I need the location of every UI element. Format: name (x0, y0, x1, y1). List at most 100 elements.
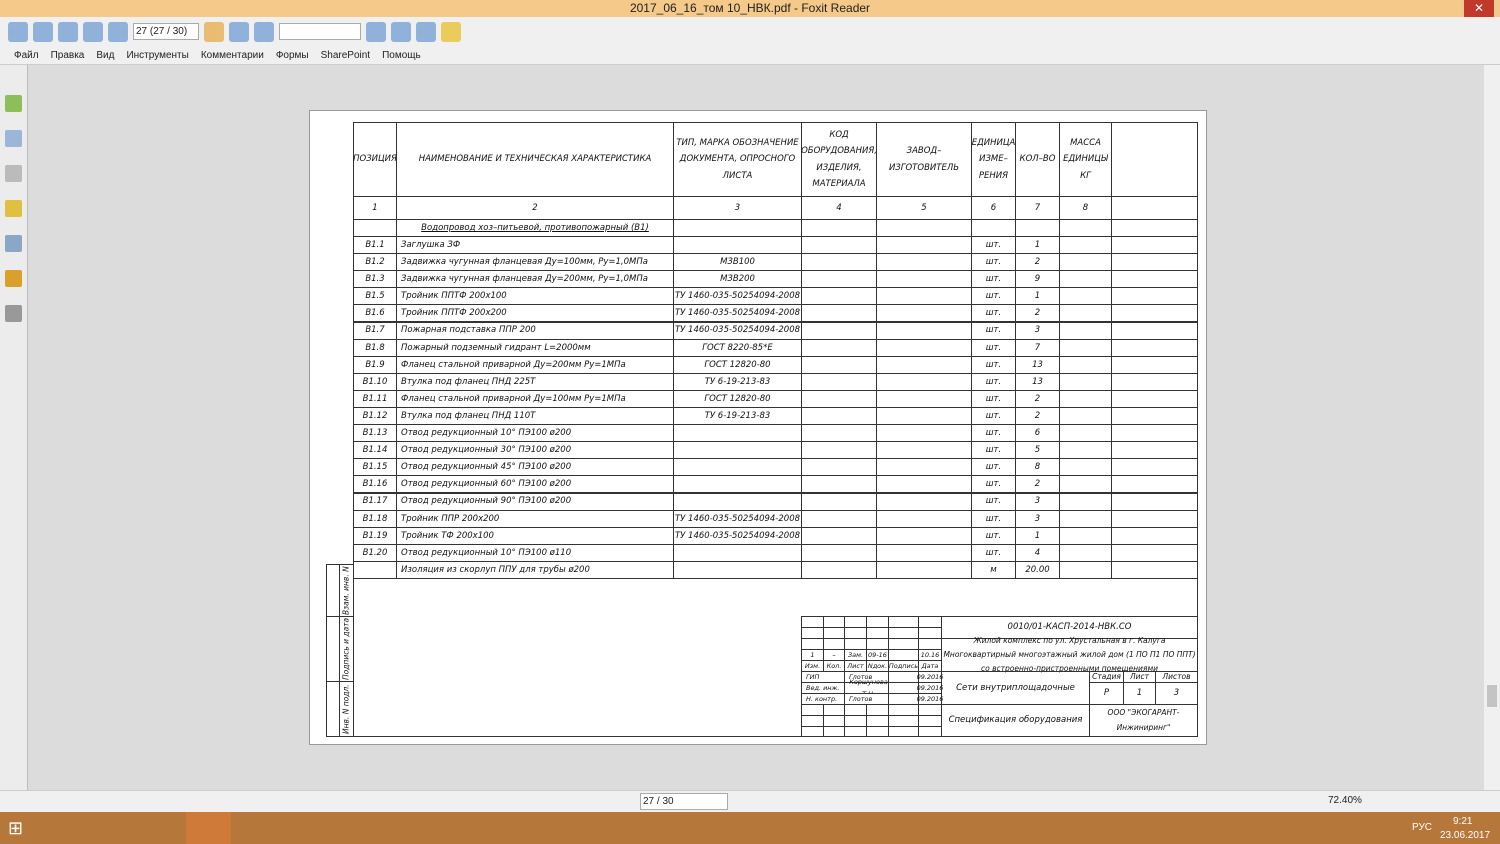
start-icon[interactable]: ⊞ (8, 818, 23, 839)
position-cell: В1.7 (353, 321, 397, 340)
menu-comments[interactable]: Комментарии (201, 46, 264, 64)
column-number: 1 (353, 196, 397, 220)
code-cell (801, 236, 877, 255)
section-heading: Водопровод хоз–питьевой, противопожарный… (396, 219, 674, 237)
hand-tool-icon[interactable] (204, 21, 224, 42)
position-cell: В1.1 (353, 236, 397, 255)
table-cell (1111, 526, 1198, 545)
find-icon[interactable] (254, 21, 274, 42)
quantity-cell: 3 (1015, 321, 1060, 340)
column-header: КОД ОБОРУДОВАНИЯ, ИЗДЕЛИЯ, МАТЕРИАЛА (801, 122, 877, 197)
quantity-cell: 4 (1015, 543, 1060, 562)
quantity-cell: 5 (1015, 441, 1060, 460)
open-icon[interactable] (8, 21, 28, 42)
status-page-input[interactable]: 27 / 30 (640, 793, 728, 810)
code-cell (801, 560, 877, 579)
prev-page-icon[interactable] (83, 21, 103, 42)
unit-cell: шт. (971, 509, 1016, 528)
stage-value: 3 (1155, 682, 1198, 705)
zoom-icon[interactable] (366, 21, 386, 42)
code-cell (801, 338, 877, 357)
menu-edit[interactable]: Правка (51, 46, 85, 64)
table-cell (1111, 355, 1198, 374)
manufacturer-cell (876, 475, 972, 494)
column-number: 6 (971, 196, 1016, 220)
next-page-icon[interactable] (108, 21, 128, 42)
name-cell: Пожарный подземный гидрант L=2000мм (396, 338, 674, 357)
role-cell: Н. контр. (801, 693, 845, 705)
side-label: Взам. инв. N (339, 564, 354, 617)
type-cell: ТУ 1460-035-50254094-2008 (673, 509, 802, 528)
clock-date: 23.06.2017 (1440, 830, 1491, 841)
unit-cell: шт. (971, 372, 1016, 391)
code-cell (801, 424, 877, 443)
manufacturer-cell (876, 543, 972, 562)
menu-sharepoint[interactable]: SharePoint (321, 46, 370, 64)
menu-file[interactable]: Файл (14, 46, 39, 64)
stamp-cell (801, 726, 824, 737)
comments-panel-icon[interactable] (5, 200, 22, 217)
unit-cell: шт. (971, 270, 1016, 289)
page-number-input[interactable]: 27 (27 / 30) (133, 23, 199, 40)
position-cell: В1.15 (353, 458, 397, 477)
table-cell (673, 219, 802, 237)
code-cell (801, 458, 877, 477)
mass-cell (1059, 355, 1112, 374)
column-header: ТИП, МАРКА ОБОЗНАЧЕНИЕ ДОКУМЕНТА, ОПРОСН… (673, 122, 802, 197)
table-cell (1111, 372, 1198, 391)
select-text-icon[interactable] (229, 21, 249, 42)
position-cell: В1.14 (353, 441, 397, 460)
table-cell (1111, 424, 1198, 443)
unit-cell: шт. (971, 492, 1016, 511)
menu-tools[interactable]: Инструменты (126, 46, 188, 64)
side-strip-cell (326, 616, 340, 682)
rotate-icon[interactable] (391, 21, 411, 42)
column-header: НАИМЕНОВАНИЕ И ТЕХНИЧЕСКАЯ ХАРАКТЕРИСТИК… (396, 122, 674, 197)
name-cell: Задвижка чугунная фланцевая Ду=200мм, Ру… (396, 270, 674, 289)
table-cell (1111, 458, 1198, 477)
column-number: 2 (396, 196, 674, 220)
name-cell: Тройник ТФ 200х100 (396, 526, 674, 545)
print-icon[interactable] (58, 21, 78, 42)
menu-bar: Файл Правка Вид Инструменты Комментарии … (0, 46, 1500, 65)
column-header: ЕДИНИЦА ИЗМЕ–РЕНИЯ (971, 122, 1016, 197)
unit-cell: шт. (971, 389, 1016, 408)
position-cell: В1.2 (353, 253, 397, 272)
layers-icon[interactable] (5, 165, 22, 182)
language-indicator[interactable]: РУС (1412, 822, 1432, 833)
comment-icon[interactable] (441, 21, 461, 42)
date-cell: 09.2016 (917, 693, 943, 705)
bookmarks-icon[interactable] (5, 130, 22, 147)
unit-cell: шт. (971, 338, 1016, 357)
side-strip-cell (326, 564, 340, 617)
unit-cell: шт. (971, 424, 1016, 443)
table-cell (1111, 441, 1198, 460)
menu-help[interactable]: Помощь (382, 46, 421, 64)
mass-cell (1059, 372, 1112, 391)
stamp-cell (823, 726, 845, 737)
zoom-level[interactable]: 72.40% (1328, 795, 1362, 806)
security-icon[interactable] (5, 270, 22, 287)
type-cell: ТУ 6-19-213-83 (673, 372, 802, 391)
signature-icon[interactable] (5, 305, 22, 322)
mass-cell (1059, 389, 1112, 408)
manufacturer-cell (876, 424, 972, 443)
foxit-taskbar-icon[interactable] (186, 812, 231, 844)
vertical-scrollbar[interactable] (1484, 65, 1500, 790)
table-cell (1111, 304, 1198, 323)
save-icon[interactable] (33, 21, 53, 42)
pages-icon[interactable] (5, 95, 22, 112)
menu-view[interactable]: Вид (96, 46, 114, 64)
clock-time: 9:21 (1453, 816, 1473, 827)
mass-cell (1059, 526, 1112, 545)
manufacturer-cell (876, 407, 972, 426)
search-input[interactable] (279, 23, 361, 40)
manufacturer-cell (876, 372, 972, 391)
attachments-icon[interactable] (5, 235, 22, 252)
close-button[interactable]: ✕ (1464, 0, 1494, 17)
menu-forms[interactable]: Формы (276, 46, 309, 64)
typewriter-icon[interactable] (416, 21, 436, 42)
name-cell: Отвод редукционный 30° ПЭ100 ø200 (396, 441, 674, 460)
manufacturer-cell (876, 458, 972, 477)
unit-cell: шт. (971, 543, 1016, 562)
